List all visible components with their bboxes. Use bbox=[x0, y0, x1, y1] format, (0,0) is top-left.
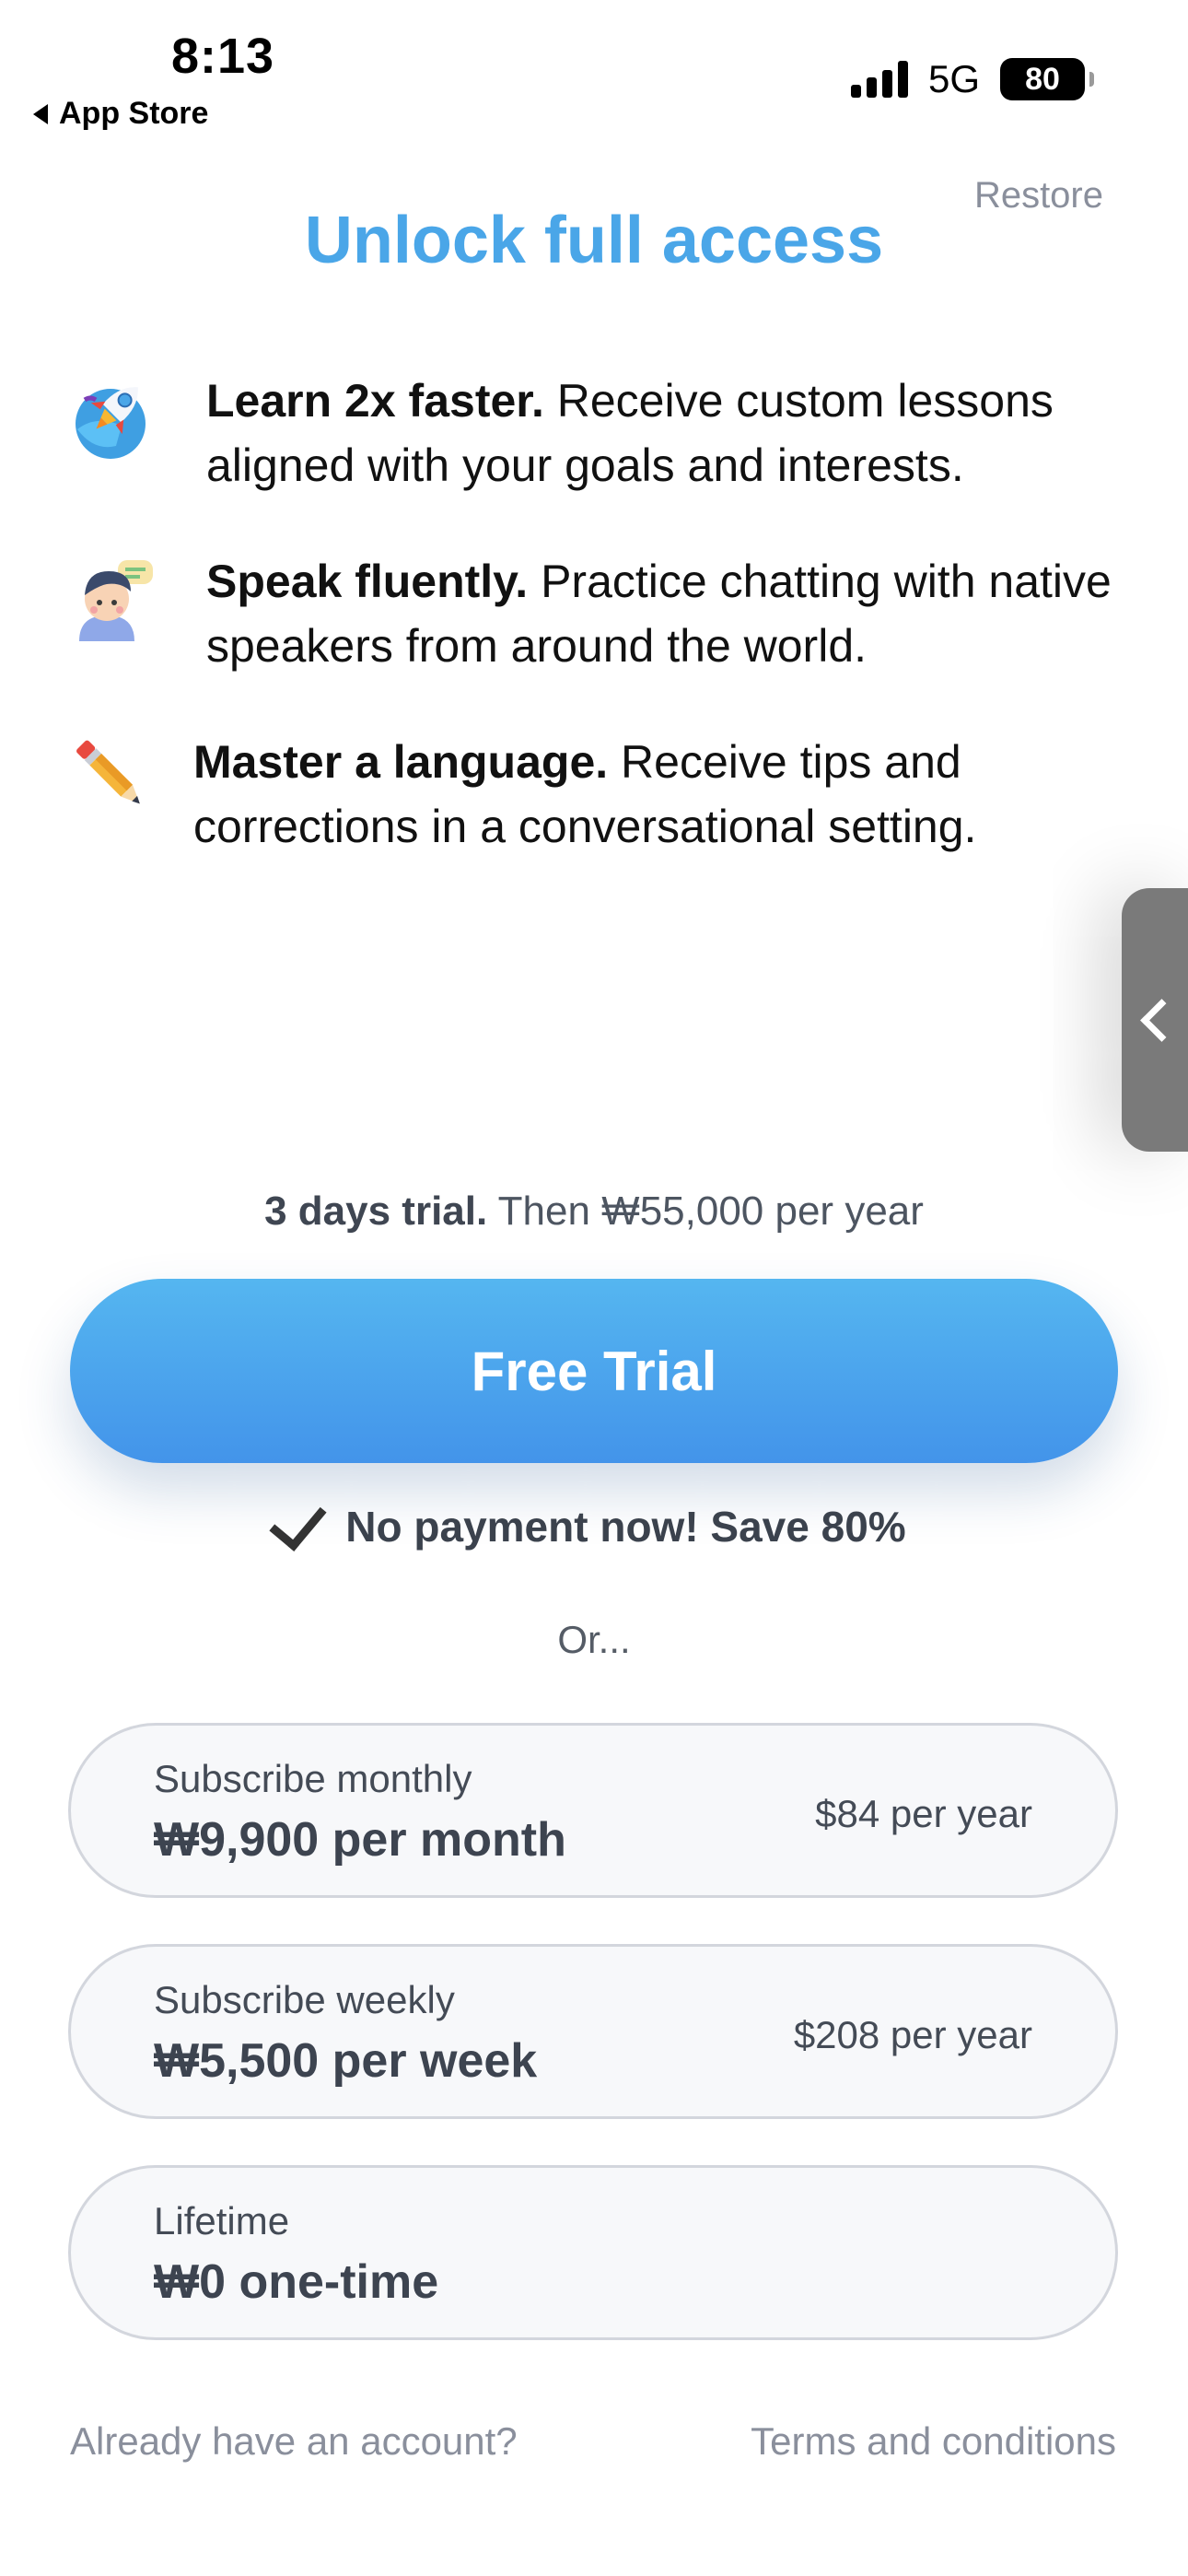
battery-icon: 80 bbox=[1000, 58, 1096, 100]
free-trial-button[interactable]: Free Trial bbox=[70, 1279, 1118, 1463]
plan-name: Subscribe weekly bbox=[154, 1978, 455, 2021]
feature-text: Speak fluently. Practice chatting with n… bbox=[206, 556, 1112, 672]
no-payment-text: No payment now! Save 80% bbox=[345, 1503, 906, 1551]
feature-item-master: Master a language. Receive tips and corr… bbox=[64, 730, 1188, 859]
feature-text: Master a language. Receive tips and corr… bbox=[193, 736, 977, 852]
or-divider-text: Or... bbox=[557, 1618, 631, 1661]
chevron-left-icon bbox=[1139, 998, 1183, 1042]
feature-item-speak: Speak fluently. Practice chatting with n… bbox=[64, 549, 1182, 678]
back-app-label: App Store bbox=[59, 96, 209, 131]
back-arrow-icon bbox=[33, 103, 48, 124]
page-title: Unlock full access bbox=[304, 204, 884, 277]
plan-price: ₩9,900 per month bbox=[154, 1813, 566, 1867]
paywall-screen: 8:13 App Store 5G 80 Restore Unlock full… bbox=[0, 0, 1188, 2576]
back-to-app-store-link[interactable]: App Store bbox=[33, 96, 208, 132]
plan-price: ₩0 one-time bbox=[154, 2255, 439, 2309]
plan-name: Lifetime bbox=[154, 2199, 290, 2242]
plan-price: ₩5,500 per week bbox=[154, 2034, 538, 2088]
plan-yearly-equivalent: $208 per year bbox=[793, 2013, 1032, 2056]
no-payment-note: No payment now! Save 80% bbox=[0, 1491, 1188, 1551]
side-drawer-handle[interactable] bbox=[1122, 888, 1188, 1152]
status-time: 8:13 bbox=[171, 29, 275, 84]
plan-yearly-equivalent: $84 per year bbox=[815, 1792, 1032, 1835]
network-type: 5G bbox=[927, 57, 980, 100]
cellular-signal-icon bbox=[850, 61, 908, 98]
terms-and-conditions-link[interactable]: Terms and conditions bbox=[751, 2419, 1116, 2464]
pencil-icon bbox=[64, 730, 157, 822]
status-indicators: 5G 80 bbox=[850, 57, 1096, 101]
already-have-account-link[interactable]: Already have an account? bbox=[70, 2419, 518, 2464]
plan-option-monthly[interactable]: Subscribe monthly ₩9,900 per month $84 p… bbox=[68, 1723, 1118, 1898]
checkmark-icon bbox=[269, 1491, 327, 1551]
feature-text: Learn 2x faster. Receive custom lessons … bbox=[206, 375, 1054, 491]
plan-option-weekly[interactable]: Subscribe weekly ₩5,500 per week $208 pe… bbox=[68, 1944, 1118, 2119]
person-chat-icon bbox=[64, 549, 157, 641]
feature-item-learn: Learn 2x faster. Receive custom lessons … bbox=[64, 369, 1182, 498]
trial-terms: 3 days trial. Then ₩55,000 per year bbox=[264, 1188, 924, 1234]
rocket-icon bbox=[64, 369, 157, 461]
plan-option-lifetime[interactable]: Lifetime ₩0 one-time bbox=[68, 2165, 1118, 2340]
plan-name: Subscribe monthly bbox=[154, 1757, 472, 1800]
battery-level: 80 bbox=[1025, 61, 1060, 97]
